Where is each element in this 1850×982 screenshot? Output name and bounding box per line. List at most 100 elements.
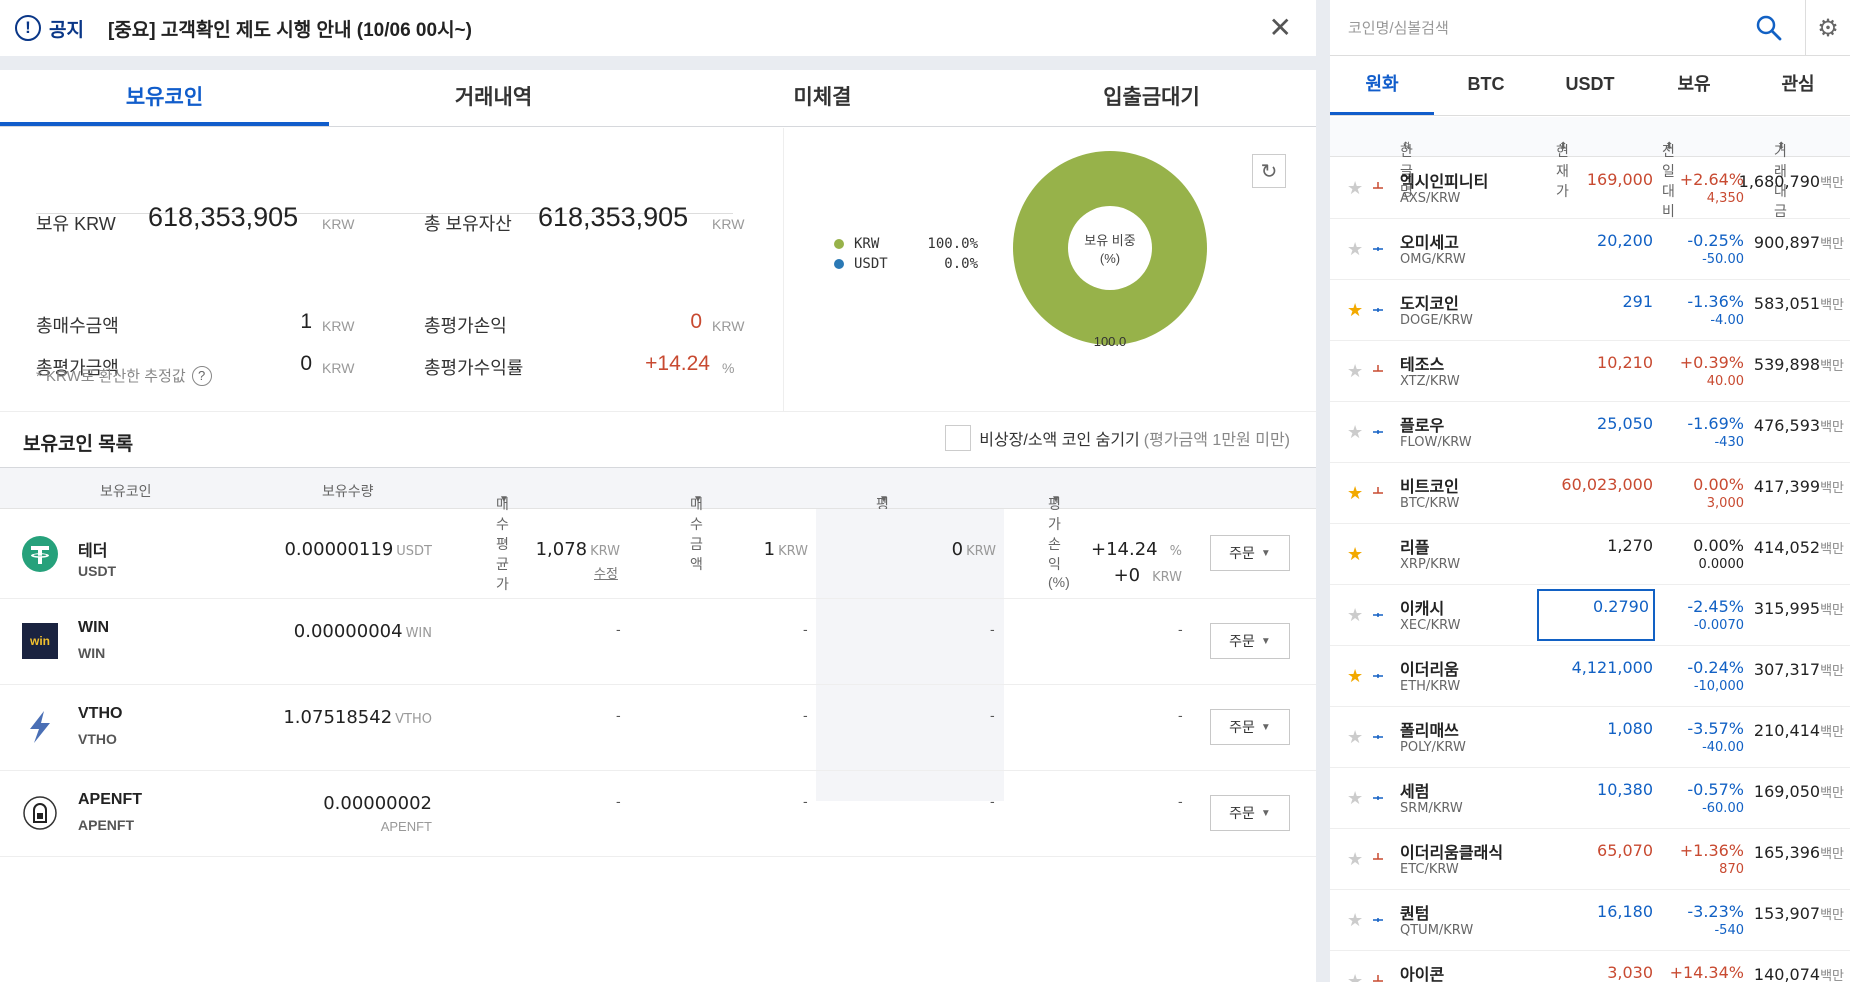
market-row[interactable]: ★아이콘ICX/KRW3,030+14.34%380140,074백만 bbox=[1330, 951, 1850, 982]
tab-usdt[interactable]: USDT bbox=[1538, 56, 1642, 115]
tab-deposit-wait[interactable]: 입출금대기 bbox=[987, 70, 1316, 126]
table-row[interactable]: VTHO VTHO 1.07518542 VTHO - - - - 주문 ▼ bbox=[0, 685, 1316, 771]
volume-unit: 백만 bbox=[1820, 847, 1844, 862]
vtho-icon bbox=[30, 711, 50, 743]
favorite-star-icon[interactable]: ★ bbox=[1347, 422, 1363, 443]
market-row[interactable]: ★ 폴리매쓰 POLY/KRW 1,080 -3.57% -40.00 210,414백만 bbox=[1330, 707, 1850, 768]
mini-candle-icon bbox=[1373, 975, 1383, 982]
change-rate: -0.25% bbox=[1687, 231, 1744, 250]
coin-name: 테더 bbox=[78, 543, 108, 560]
qty-value: 0.00000004 WIN bbox=[294, 621, 432, 642]
tab-history[interactable]: 거래내역 bbox=[329, 70, 658, 126]
market-row[interactable]: ★ 이더리움클래식 ETC/KRW 65,070 +1.36% 870 165,396백만 bbox=[1330, 829, 1850, 890]
tab-krw[interactable]: 원화 bbox=[1330, 56, 1434, 115]
volume-unit: 백만 bbox=[1820, 969, 1844, 982]
qty-value: 0.00000002 bbox=[323, 793, 432, 814]
market-row[interactable]: ★ 오미세고 OMG/KRW 20,200 -0.25% -50.00 900,897백만 bbox=[1330, 219, 1850, 280]
favorite-star-icon[interactable]: ★ bbox=[1347, 361, 1363, 382]
volume-value: 140,074 bbox=[1753, 965, 1821, 982]
volume-unit: 백만 bbox=[1820, 603, 1844, 618]
total-buy-unit: KRW bbox=[322, 318, 355, 334]
holdings-table-header: 보유코인 보유수량 매수평균가▼ 매수금액▼ 평가금액▼ 평가손익(%)▼ bbox=[0, 467, 1316, 592]
coin-market: XRP/KRW bbox=[1400, 557, 1461, 572]
coin-market: ETH/KRW bbox=[1400, 679, 1461, 694]
trade-volume: 210,414백만 bbox=[1754, 721, 1844, 740]
current-price: 291 bbox=[1622, 292, 1653, 311]
notice-bar[interactable]: ! 공지 [중요] 고객확인 제도 시행 안내 (10/06 00시~) ✕ bbox=[0, 0, 1316, 56]
close-icon[interactable]: ✕ bbox=[1269, 14, 1292, 42]
market-row[interactable]: ★ 리플 XRP/KRW 1,270 0.00% 0.0000 414,052백만 bbox=[1330, 524, 1850, 585]
pie-chart: 보유 비중 (%) 100.0 bbox=[1013, 151, 1207, 349]
pl-rate-number: +14.24 bbox=[1091, 539, 1158, 560]
notice-message[interactable]: [중요] 고객확인 제도 시행 안내 (10/06 00시~) bbox=[108, 15, 472, 42]
market-row[interactable]: ★ 이더리움 ETH/KRW 4,121,000 -0.24% -10,000 307,31… bbox=[1330, 646, 1850, 707]
total-rate-value: +14.24 bbox=[645, 352, 710, 375]
order-button[interactable]: 주문 ▼ bbox=[1210, 709, 1290, 745]
favorite-star-icon[interactable]: ★ bbox=[1347, 971, 1363, 982]
change-amount: 0.0000 bbox=[1698, 557, 1745, 572]
modify-link[interactable]: 수정 bbox=[594, 563, 618, 582]
coin-korean-name: 세럼 bbox=[1400, 784, 1430, 801]
search-input[interactable] bbox=[1348, 14, 1648, 42]
volume-value: 1,680,790 bbox=[1738, 172, 1821, 191]
hide-small-label: 비상장/소액 코인 숨기기 bbox=[979, 432, 1140, 449]
favorite-star-icon[interactable]: ★ bbox=[1347, 483, 1363, 504]
table-row[interactable]: win WIN WIN 0.00000004 WIN - - - - 주문 ▼ bbox=[0, 599, 1316, 685]
tab-holdings[interactable]: 보유코인 bbox=[0, 70, 329, 126]
market-row[interactable]: ★ 비트코인 BTC/KRW 60,023,000 0.00% 3,000 417,399백… bbox=[1330, 463, 1850, 524]
change-rate: +2.64% bbox=[1679, 170, 1744, 189]
favorite-star-icon[interactable]: ★ bbox=[1347, 788, 1363, 809]
change-amount: -0.0070 bbox=[1693, 618, 1744, 633]
coin-korean-name: 퀀텀 bbox=[1400, 906, 1430, 923]
col-coin: 보유코인 bbox=[100, 483, 152, 499]
table-row[interactable]: 테더 USDT 0.00000119 USDT 1,078 KRW 수정 1 KRW … bbox=[0, 509, 1316, 599]
order-button[interactable]: 주문 ▼ bbox=[1210, 623, 1290, 659]
hide-small-coins[interactable]: 비상장/소액 코인 숨기기 (평가금액 1만원 미만) bbox=[945, 425, 1290, 451]
market-row[interactable]: ★ 테조스 XTZ/KRW 10,210 +0.39% 40.00 539,898백만 bbox=[1330, 341, 1850, 402]
coin-market: OMG/KRW bbox=[1400, 252, 1466, 267]
favorite-star-icon[interactable]: ★ bbox=[1347, 849, 1363, 870]
favorite-star-icon[interactable]: ★ bbox=[1347, 178, 1363, 199]
market-row[interactable]: ★ 이캐시 XEC/KRW 0.2790 -2.45% -0.0070 315,995백만 bbox=[1330, 585, 1850, 646]
estimate-note: * KRW로 환산한 추정값 ? bbox=[36, 365, 212, 386]
volume-unit: 백만 bbox=[1820, 481, 1844, 496]
gear-icon[interactable]: ⚙ bbox=[1805, 0, 1850, 56]
total-assets-value: 618,353,905 bbox=[538, 202, 689, 232]
pie-slice-label: 100.0 bbox=[1094, 334, 1127, 349]
favorite-star-icon[interactable]: ★ bbox=[1347, 727, 1363, 748]
favorite-star-icon[interactable]: ★ bbox=[1347, 544, 1363, 565]
left-panel: ! 공지 [중요] 고객확인 제도 시행 안내 (10/06 00시~) ✕ 보… bbox=[0, 0, 1316, 982]
current-price: 60,023,000 bbox=[1561, 475, 1653, 494]
pie-center-label: 보유 비중 bbox=[1084, 233, 1135, 248]
coin-market: POLY/KRW bbox=[1400, 740, 1466, 755]
tab-btc[interactable]: BTC bbox=[1434, 56, 1538, 115]
current-price: 1,080 bbox=[1607, 719, 1653, 738]
tab-pending[interactable]: 미체결 bbox=[658, 70, 987, 126]
refresh-icon[interactable]: ↻ bbox=[1252, 154, 1286, 188]
change-amount: -40.00 bbox=[1702, 740, 1744, 755]
favorite-star-icon[interactable]: ★ bbox=[1347, 605, 1363, 626]
market-row[interactable]: ★ 플로우 FLOW/KRW 25,050 -1.69% -430 476,593백만 bbox=[1330, 402, 1850, 463]
tab-owned[interactable]: 보유 bbox=[1642, 56, 1746, 115]
order-button[interactable]: 주문 ▼ bbox=[1210, 535, 1290, 571]
market-row[interactable]: ★ 세럼 SRM/KRW 10,380 -0.57% -60.00 169,050백만 bbox=[1330, 768, 1850, 829]
table-row[interactable]: APENFT APENFT 0.00000002 APENFT - - - - … bbox=[0, 771, 1316, 857]
search-icon[interactable] bbox=[1755, 14, 1783, 42]
change-amount: -50.00 bbox=[1702, 252, 1744, 267]
favorite-star-icon[interactable]: ★ bbox=[1347, 666, 1363, 687]
help-icon[interactable]: ? bbox=[191, 365, 212, 386]
favorite-star-icon[interactable]: ★ bbox=[1347, 239, 1363, 260]
order-button[interactable]: 주문 ▼ bbox=[1210, 795, 1290, 831]
mini-candle-icon bbox=[1373, 182, 1383, 189]
tab-favorites[interactable]: 관심 bbox=[1746, 56, 1850, 115]
market-row[interactable]: ★ 엑시인피니티 AXS/KRW 169,000 +2.64% 4,350 1,680,79… bbox=[1330, 158, 1850, 219]
favorite-star-icon[interactable]: ★ bbox=[1347, 300, 1363, 321]
volume-value: 153,907 bbox=[1753, 904, 1821, 923]
market-row[interactable]: ★ 퀀텀 QTUM/KRW 16,180 -3.23% -540 153,907백만 bbox=[1330, 890, 1850, 951]
favorite-star-icon[interactable]: ★ bbox=[1347, 910, 1363, 931]
hide-small-checkbox[interactable] bbox=[945, 425, 972, 451]
legend-dot-krw bbox=[834, 239, 844, 249]
market-row[interactable]: ★ 도지코인 DOGE/KRW 291 -1.36% -4.00 583,051백만 bbox=[1330, 280, 1850, 341]
trade-volume: 165,396백만 bbox=[1754, 843, 1844, 862]
pl-amount-number: +0 bbox=[1113, 565, 1141, 586]
